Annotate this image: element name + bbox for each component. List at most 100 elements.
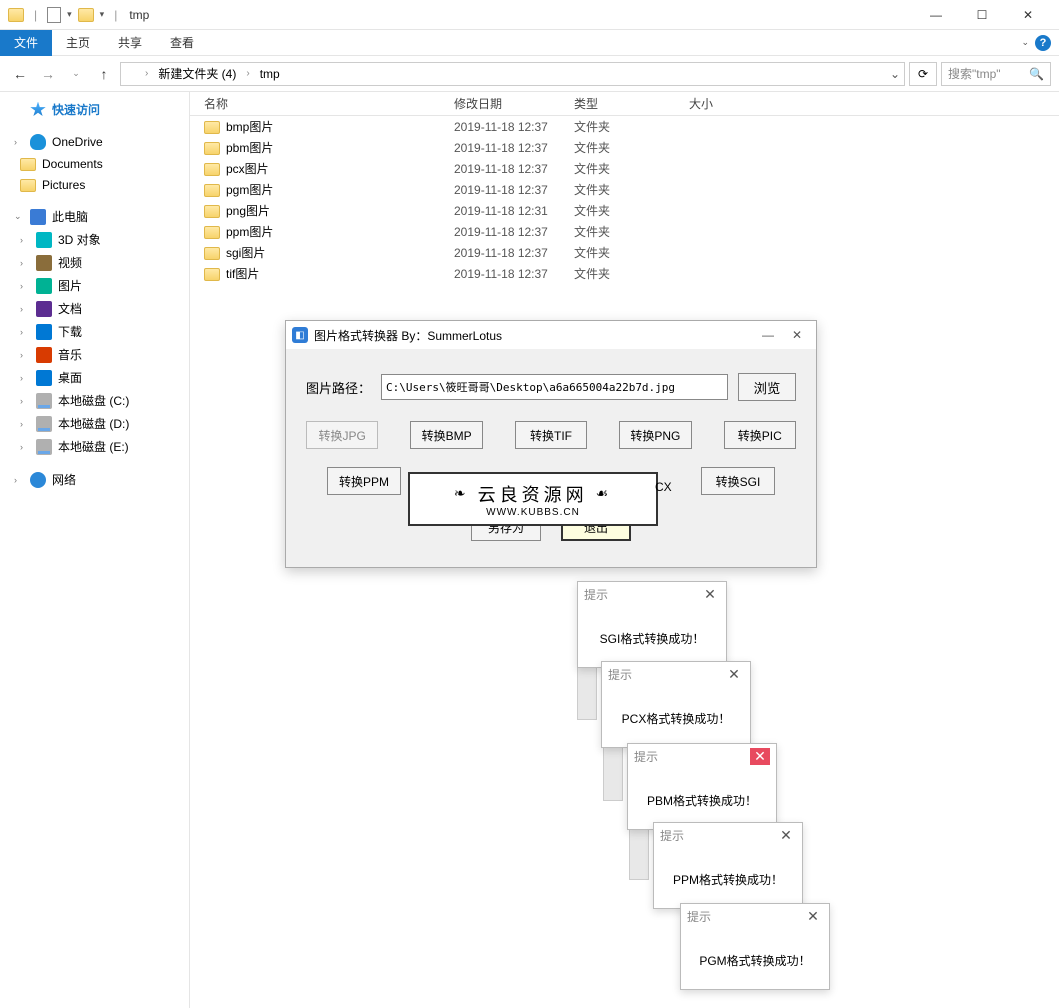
- table-row[interactable]: png图片2019-11-18 12:31文件夹: [190, 200, 1059, 221]
- file-tab[interactable]: 文件: [0, 30, 52, 56]
- column-type[interactable]: 类型: [574, 95, 689, 112]
- convert-button[interactable]: 转换PIC: [724, 421, 796, 449]
- toast-message: PCX格式转换成功！: [602, 686, 750, 747]
- convert-button[interactable]: 转换PNG: [619, 421, 691, 449]
- sidebar-item-this-pc[interactable]: ⌄ 此电脑: [0, 205, 189, 228]
- back-button[interactable]: ←: [8, 62, 32, 86]
- sidebar-item[interactable]: ›视频: [0, 251, 189, 274]
- recent-chevron-icon[interactable]: ⌄: [64, 62, 88, 86]
- toast-title: 提示: [687, 908, 711, 925]
- dialog-remnant: [603, 741, 623, 801]
- close-button[interactable]: ✕: [776, 827, 796, 844]
- help-icon[interactable]: ?: [1035, 35, 1051, 51]
- close-button[interactable]: ✕: [792, 328, 802, 342]
- breadcrumb[interactable]: tmp: [256, 67, 284, 81]
- close-button[interactable]: ✕: [803, 908, 823, 925]
- sidebar-item[interactable]: ›图片: [0, 274, 189, 297]
- table-row[interactable]: tif图片2019-11-18 12:37文件夹: [190, 263, 1059, 284]
- file-name: tif图片: [226, 265, 259, 282]
- watermark-line2: WWW.KUBBS.CN: [486, 507, 580, 518]
- file-date: 2019-11-18 12:31: [454, 204, 574, 218]
- table-row[interactable]: bmp图片2019-11-18 12:37文件夹: [190, 116, 1059, 137]
- up-button[interactable]: ↑: [92, 62, 116, 86]
- sidebar-item-label: 此电脑: [52, 208, 88, 225]
- column-date[interactable]: 修改日期: [454, 95, 574, 112]
- folder-icon: [204, 268, 220, 281]
- column-size[interactable]: 大小: [689, 95, 789, 112]
- titlebar: | ▾ ▾ | tmp — ☐ ✕: [0, 0, 1059, 30]
- column-name[interactable]: 名称: [204, 95, 454, 112]
- path-input[interactable]: [381, 374, 728, 400]
- home-tab[interactable]: 主页: [52, 30, 104, 55]
- sidebar-item[interactable]: ›桌面: [0, 366, 189, 389]
- table-row[interactable]: ppm图片2019-11-18 12:37文件夹: [190, 221, 1059, 242]
- sidebar-item[interactable]: ›下载: [0, 320, 189, 343]
- sidebar-item-onedrive[interactable]: › OneDrive: [0, 131, 189, 153]
- close-button[interactable]: ✕: [750, 748, 770, 765]
- close-button[interactable]: ✕: [1005, 0, 1051, 30]
- sidebar-item-label: Pictures: [42, 178, 85, 192]
- properties-icon[interactable]: [47, 7, 61, 23]
- toast-titlebar[interactable]: 提示✕: [602, 662, 750, 686]
- toast-titlebar[interactable]: 提示 ✕: [628, 744, 776, 768]
- drive-icon: [36, 301, 52, 317]
- close-button[interactable]: ✕: [724, 666, 744, 683]
- sidebar-item[interactable]: ›本地磁盘 (D:): [0, 412, 189, 435]
- convert-button[interactable]: 转换BMP: [410, 421, 482, 449]
- watermark-line1: 云良资源网: [478, 481, 588, 507]
- file-date: 2019-11-18 12:37: [454, 246, 574, 260]
- qat-chevron-icon[interactable]: ▾: [67, 9, 72, 20]
- table-row[interactable]: pcx图片2019-11-18 12:37文件夹: [190, 158, 1059, 179]
- browse-button[interactable]: 浏览: [738, 373, 796, 401]
- toast-message: PGM格式转换成功！: [681, 928, 829, 989]
- convert-button[interactable]: 转换TIF: [515, 421, 587, 449]
- qat-chevron-icon[interactable]: ▾: [100, 9, 105, 20]
- sidebar-item-pictures[interactable]: Pictures: [0, 174, 189, 195]
- path-label: 图片路径：: [306, 378, 371, 397]
- convert-button[interactable]: 转换SGI: [701, 467, 775, 495]
- share-tab[interactable]: 共享: [104, 30, 156, 55]
- app-icon: ◧: [292, 327, 308, 343]
- convert-button: 转换JPG: [306, 421, 378, 449]
- button-fragment: CX: [655, 480, 672, 494]
- sidebar-item[interactable]: ›本地磁盘 (C:): [0, 389, 189, 412]
- minimize-button[interactable]: —: [762, 328, 774, 342]
- toast-title: 提示: [660, 827, 684, 844]
- table-row[interactable]: sgi图片2019-11-18 12:37文件夹: [190, 242, 1059, 263]
- sidebar-item-label: 本地磁盘 (D:): [58, 415, 129, 432]
- toast-dialog: 提示✕PPM格式转换成功！: [653, 822, 803, 909]
- address-bar[interactable]: › 新建文件夹 (4) › tmp ⌄: [120, 62, 905, 86]
- sidebar-item-quick-access[interactable]: 快速访问: [0, 98, 189, 121]
- search-input[interactable]: 搜索"tmp" 🔍: [941, 62, 1051, 86]
- forward-button[interactable]: →: [36, 62, 60, 86]
- minimize-button[interactable]: —: [913, 0, 959, 30]
- sidebar-item-label: OneDrive: [52, 135, 103, 149]
- network-icon: [30, 472, 46, 488]
- maximize-button[interactable]: ☐: [959, 0, 1005, 30]
- refresh-button[interactable]: ⟳: [909, 62, 937, 86]
- dialog-titlebar[interactable]: ◧ 图片格式转换器 By：SummerLotus — ✕: [286, 321, 816, 349]
- file-type: 文件夹: [574, 181, 689, 198]
- toast-titlebar[interactable]: 提示✕: [578, 582, 726, 606]
- sidebar-item[interactable]: ›音乐: [0, 343, 189, 366]
- sidebar-item[interactable]: ›本地磁盘 (E:): [0, 435, 189, 458]
- sidebar-item[interactable]: ›3D 对象: [0, 228, 189, 251]
- toast-titlebar[interactable]: 提示 ✕: [681, 904, 829, 928]
- toast-title: 提示: [634, 748, 658, 765]
- drive-icon: [36, 416, 52, 432]
- breadcrumb[interactable]: 新建文件夹 (4): [154, 65, 240, 82]
- ribbon-chevron-icon[interactable]: ⌄: [1021, 37, 1029, 48]
- sidebar-item-network[interactable]: › 网络: [0, 468, 189, 491]
- sidebar-item-documents[interactable]: Documents: [0, 153, 189, 174]
- sidebar-item[interactable]: ›文档: [0, 297, 189, 320]
- close-button[interactable]: ✕: [700, 586, 720, 603]
- view-tab[interactable]: 查看: [156, 30, 208, 55]
- convert-button[interactable]: 转换PPM: [327, 467, 401, 495]
- table-row[interactable]: pbm图片2019-11-18 12:37文件夹: [190, 137, 1059, 158]
- folder-icon: [204, 247, 220, 260]
- table-row[interactable]: pgm图片2019-11-18 12:37文件夹: [190, 179, 1059, 200]
- toast-dialog: 提示✕SGI格式转换成功！: [577, 581, 727, 668]
- toast-titlebar[interactable]: 提示 ✕: [654, 823, 802, 847]
- address-chevron-icon[interactable]: ⌄: [890, 67, 900, 81]
- cloud-icon: [30, 134, 46, 150]
